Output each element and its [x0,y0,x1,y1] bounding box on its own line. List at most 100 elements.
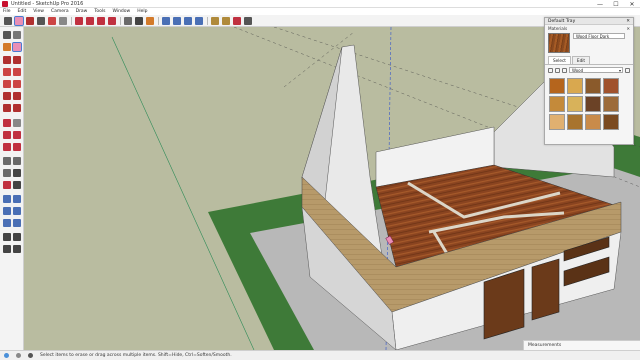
material-swatch[interactable] [567,78,583,94]
close-button[interactable]: ✕ [624,0,640,8]
menu-window[interactable]: Window [112,9,130,14]
position-camera-icon[interactable] [3,233,11,241]
push-pull-tool-icon[interactable] [59,16,67,25]
axes-icon[interactable] [3,181,11,189]
geo-location-icon[interactable] [4,353,9,358]
instructor-icon[interactable] [28,353,33,358]
warehouse-icon[interactable] [211,16,219,25]
material-swatch[interactable] [567,96,583,112]
menu-edit[interactable]: Edit [18,9,27,14]
extension-warehouse-icon[interactable] [233,16,241,25]
two-point-arc-icon[interactable] [13,92,21,100]
minimize-button[interactable]: — [592,0,608,8]
move-tool-icon[interactable] [75,16,83,25]
tab-edit[interactable]: Edit [571,56,591,64]
rotate-tool-icon[interactable] [86,16,94,25]
material-swatch[interactable] [549,78,565,94]
home-icon[interactable] [562,67,567,73]
material-swatch[interactable] [603,78,619,94]
protractor-icon[interactable] [3,169,11,177]
3d-text-icon[interactable] [13,181,21,189]
paint-bucket-icon[interactable] [146,16,154,25]
polygon-icon[interactable] [13,80,21,88]
circle-icon[interactable] [3,80,11,88]
push-pull-icon[interactable] [13,119,21,127]
text-icon[interactable] [13,169,21,177]
material-swatch[interactable] [585,114,601,130]
measurements-box[interactable]: Measurements [523,340,640,350]
material-swatch[interactable] [549,114,565,130]
previous-view-icon[interactable] [13,219,21,227]
material-preview-row: Wood Floor Dark [545,31,633,55]
offset-icon[interactable] [13,143,21,151]
forward-icon[interactable] [555,67,560,73]
layout-icon[interactable] [244,16,252,25]
zoom-extents-icon[interactable] [3,219,11,227]
menu-help[interactable]: Help [137,9,147,14]
select-tool-icon[interactable] [4,16,12,25]
orbit-icon[interactable] [3,195,11,203]
orbit-tool-icon[interactable] [162,16,170,25]
section-plane-icon[interactable] [13,245,21,253]
select-icon[interactable] [3,31,11,39]
credits-icon[interactable] [16,353,21,358]
collection-dropdown[interactable]: Wood ▾ [569,67,623,73]
scale-icon[interactable] [3,143,11,151]
dimension-icon[interactable] [13,157,21,165]
pie-icon[interactable] [13,104,21,112]
rotate-icon[interactable] [3,131,11,139]
move-icon[interactable] [3,119,11,127]
back-icon[interactable] [548,67,553,73]
menu-tools[interactable]: Tools [94,9,105,14]
rectangle-icon[interactable] [3,68,11,76]
line-icon[interactable] [3,56,11,64]
tape-measure-icon[interactable] [124,16,132,25]
material-name-field[interactable]: Wood Floor Dark [573,33,625,39]
scale-tool-icon[interactable] [97,16,105,25]
eraser-tool-icon[interactable] [14,15,24,26]
three-point-arc-icon[interactable] [3,104,11,112]
material-swatch[interactable] [603,114,619,130]
freehand-icon[interactable] [13,56,21,64]
maximize-button[interactable]: ☐ [608,0,624,8]
material-swatch[interactable] [567,114,583,130]
zoom-extents-icon[interactable] [195,16,203,25]
eraser-icon[interactable] [12,42,22,52]
menu-view[interactable]: View [33,9,44,14]
pan-icon[interactable] [13,195,21,203]
offset-tool-icon[interactable] [108,16,116,25]
paint-icon[interactable] [3,43,11,51]
make-component-icon[interactable] [13,31,21,39]
menu-file[interactable]: File [3,9,11,14]
shape-tool-icon[interactable] [48,16,56,25]
pan-tool-icon[interactable] [173,16,181,25]
arc-icon[interactable] [3,92,11,100]
tab-select[interactable]: Select [548,56,571,64]
tray-header: Default Tray ✕ [545,18,633,25]
zoom-window-icon[interactable] [13,207,21,215]
share-model-icon[interactable] [222,16,230,25]
material-swatch[interactable] [585,96,601,112]
line-tool-icon[interactable] [26,16,34,25]
text-tool-icon[interactable] [135,16,143,25]
current-material-swatch[interactable] [548,33,570,53]
menu-draw[interactable]: Draw [76,9,88,14]
panel-close-icon[interactable]: ✕ [626,26,630,31]
tape-measure-icon[interactable] [3,157,11,165]
material-swatch[interactable] [585,78,601,94]
rotated-rectangle-icon[interactable] [13,68,21,76]
follow-me-icon[interactable] [13,131,21,139]
arc-tool-icon[interactable] [37,16,45,25]
look-around-icon[interactable] [13,233,21,241]
zoom-tool-icon[interactable] [184,16,192,25]
walk-icon[interactable] [3,245,11,253]
menu-camera[interactable]: Camera [51,9,69,14]
default-tray[interactable]: Default Tray ✕ Materials ✕ Wood Floor Da… [544,17,634,145]
material-grid [545,75,633,133]
material-swatch[interactable] [603,96,619,112]
toolbar-divider [158,16,159,25]
details-icon[interactable] [625,67,630,73]
tray-close-icon[interactable]: ✕ [626,19,630,24]
material-swatch[interactable] [549,96,565,112]
zoom-icon[interactable] [3,207,11,215]
